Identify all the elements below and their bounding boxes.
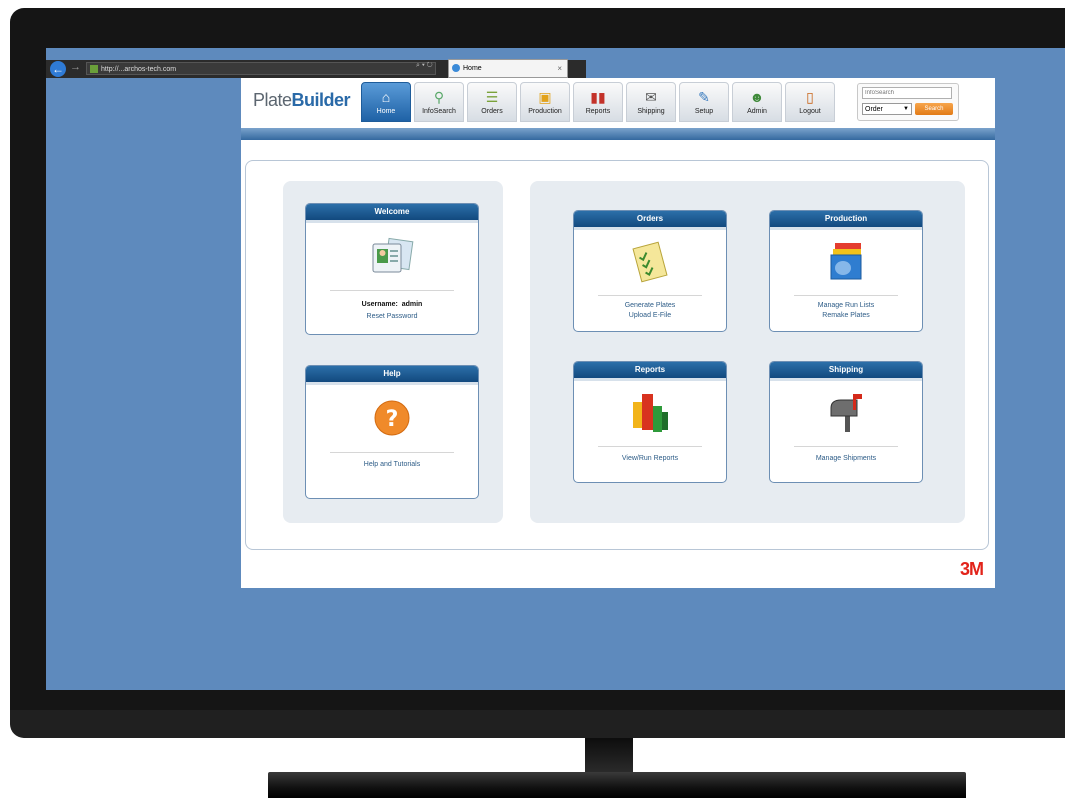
mailbox-icon: ✉ — [645, 89, 657, 105]
nav-logout[interactable]: ▯ Logout — [785, 82, 835, 122]
card-title: Orders — [574, 211, 726, 230]
nav-admin[interactable]: ☻ Admin — [732, 82, 782, 122]
monitor-stand-neck — [585, 738, 633, 772]
door-icon: ▯ — [806, 89, 814, 105]
chevron-down-icon: ▼ — [903, 106, 909, 112]
reports-card: Reports View/Run Reports — [573, 361, 727, 483]
nav-label: Production — [528, 108, 562, 115]
svg-text:?: ? — [386, 407, 399, 432]
divider — [330, 452, 454, 453]
magnifier-icon: ⚲ — [433, 89, 445, 105]
bar-chart-icon — [574, 390, 726, 434]
select-value: Order — [865, 106, 883, 113]
search-type-select[interactable]: Order ▼ — [862, 103, 912, 115]
screen: ← → http://...archos-tech.com ⌕ ▾ ↻ Home… — [46, 48, 1065, 690]
orders-icon: ☰ — [485, 89, 499, 105]
monitor-bottom-edge — [10, 710, 1065, 738]
mailbox-icon — [770, 390, 922, 434]
card-title: Shipping — [770, 362, 922, 381]
forward-button[interactable]: → — [70, 61, 81, 73]
site-icon — [90, 65, 98, 73]
id-card-icon — [306, 236, 478, 280]
address-bar[interactable]: http://...archos-tech.com — [86, 62, 436, 75]
checklist-icon — [574, 241, 726, 285]
browser-logo-icon — [452, 64, 460, 72]
admin-icon: ☻ — [749, 89, 765, 105]
nav-orders[interactable]: ☰ Orders — [467, 82, 517, 122]
shipping-card: Shipping Manage Shipments — [769, 361, 923, 483]
card-title: Production — [770, 211, 922, 230]
divider — [794, 295, 898, 296]
plate-stack-icon — [770, 239, 922, 283]
welcome-card: Welcome Username: admin Reset Password — [305, 203, 479, 335]
setup-icon: ✎ — [698, 89, 710, 105]
app-header: PlateBuilder ⌂ Home ⚲ InfoSearch ☰ Order… — [241, 78, 995, 128]
dashboard-content: Welcome Username: admin Reset Password H… — [245, 160, 989, 550]
nav-label: Home — [376, 108, 396, 115]
left-panel: Welcome Username: admin Reset Password H… — [283, 181, 503, 523]
view-run-reports-link[interactable]: View/Run Reports — [574, 454, 726, 464]
brand-logo: 3M — [959, 559, 984, 579]
divider — [794, 446, 898, 447]
logo-bold-text: Builder — [291, 90, 351, 110]
manage-run-lists-link[interactable]: Manage Run Lists — [770, 301, 922, 311]
nav-label: Admin — [747, 108, 767, 115]
monitor-stand-base — [268, 772, 966, 798]
nav-label: Orders — [481, 108, 503, 115]
info-search-input[interactable] — [862, 87, 952, 99]
card-title: Reports — [574, 362, 726, 381]
production-card: Production Manage Run Lists Remake Plate… — [769, 210, 923, 332]
nav-setup[interactable]: ✎ Setup — [679, 82, 729, 122]
username-value: admin — [401, 301, 423, 308]
question-icon: ? — [306, 398, 478, 442]
nav-production[interactable]: ▣ Production — [520, 82, 570, 122]
search-button[interactable]: Search — [915, 103, 953, 115]
right-panel: Orders Generate Plates Upload E-File Pro… — [530, 181, 965, 523]
tab-title: Home — [463, 65, 482, 72]
manage-shipments-link[interactable]: Manage Shipments — [770, 454, 922, 464]
upload-efile-link[interactable]: Upload E-File — [574, 311, 726, 321]
divider — [330, 290, 454, 291]
username-line: Username: admin — [306, 300, 478, 310]
card-title: Help — [306, 366, 478, 385]
plate-builder-app: PlateBuilder ⌂ Home ⚲ InfoSearch ☰ Order… — [241, 78, 995, 588]
nav-label: Logout — [799, 108, 821, 115]
address-controls[interactable]: ⌕ ▾ ↻ — [416, 62, 433, 70]
production-icon: ▣ — [538, 89, 552, 105]
nav-reports[interactable]: ▮▮ Reports — [573, 82, 623, 122]
nav-label: Reports — [585, 108, 611, 115]
help-tutorials-link[interactable]: Help and Tutorials — [306, 460, 478, 470]
reset-password-link[interactable]: Reset Password — [306, 312, 478, 322]
nav-home[interactable]: ⌂ Home — [361, 82, 411, 122]
nav-label: Setup — [694, 108, 714, 115]
nav-shipping[interactable]: ✉ Shipping — [626, 82, 676, 122]
help-card: Help ? Help and Tutorials — [305, 365, 479, 499]
app-logo: PlateBuilder — [253, 90, 351, 111]
nav-label: InfoSearch — [422, 108, 456, 115]
header-divider-bar — [241, 128, 995, 140]
card-title: Welcome — [306, 204, 478, 223]
generate-plates-link[interactable]: Generate Plates — [574, 301, 726, 311]
nav-label: Shipping — [637, 108, 665, 115]
divider — [598, 446, 702, 447]
chart-icon: ▮▮ — [590, 89, 606, 105]
browser-tab-home[interactable]: Home × — [448, 59, 568, 78]
tab-close-icon[interactable]: × — [557, 60, 562, 77]
back-button[interactable]: ← — [50, 61, 66, 77]
house-icon: ⌂ — [381, 89, 391, 105]
username-label: Username: — [361, 301, 398, 308]
logo-light-text: Plate — [253, 90, 292, 110]
orders-card: Orders Generate Plates Upload E-File — [573, 210, 727, 332]
nav-infosearch[interactable]: ⚲ InfoSearch — [414, 82, 464, 122]
address-text: http://...archos-tech.com — [101, 66, 177, 73]
divider — [598, 295, 702, 296]
info-search-box: Order ▼ Search — [857, 83, 959, 121]
remake-plates-link[interactable]: Remake Plates — [770, 311, 922, 321]
